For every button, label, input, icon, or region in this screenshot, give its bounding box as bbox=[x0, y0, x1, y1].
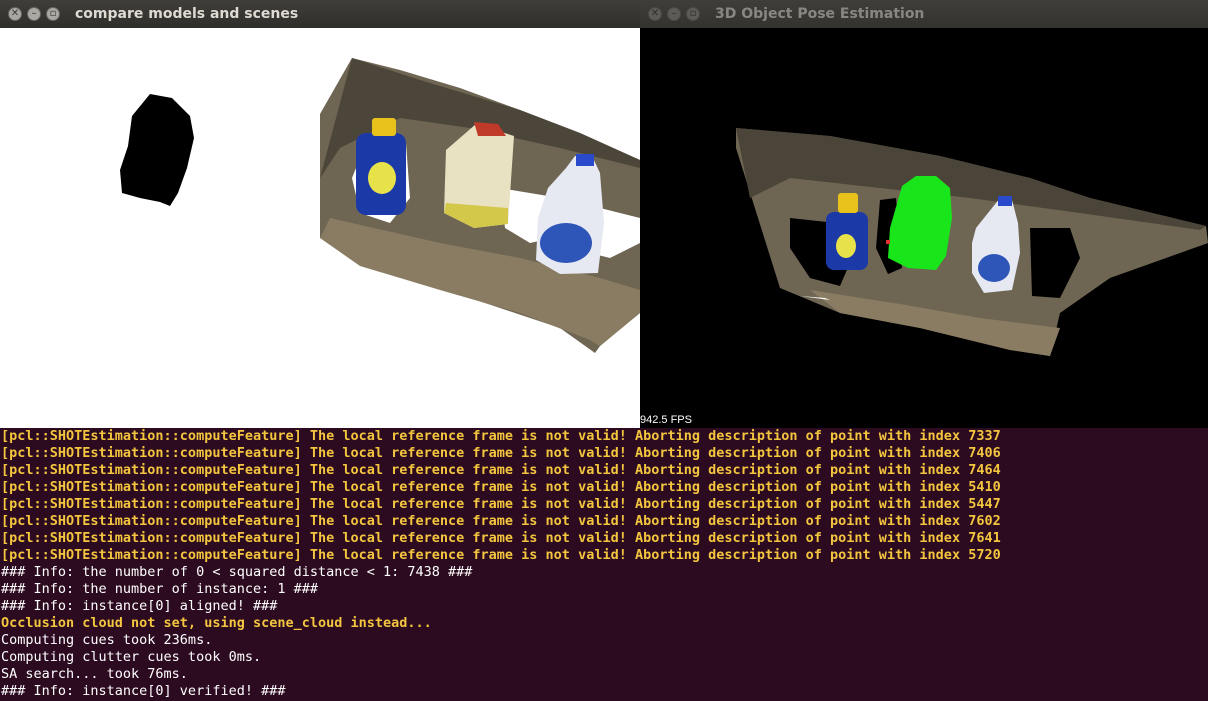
terminal-line: [pcl::SHOTEstimation::computeFeature] Th… bbox=[1, 479, 1001, 495]
terminal-line: Occlusion cloud not set, using scene_clo… bbox=[1, 615, 432, 631]
terminal-line: [pcl::SHOTEstimation::computeFeature] Th… bbox=[1, 496, 1001, 512]
model-point-cloud bbox=[120, 94, 194, 206]
title-bar[interactable]: ✕ – ▫ 3D Object Pose Estimation bbox=[640, 0, 1208, 28]
window-title: 3D Object Pose Estimation bbox=[715, 6, 925, 22]
minimize-icon[interactable]: – bbox=[27, 7, 41, 21]
terminal-line: [pcl::SHOTEstimation::computeFeature] Th… bbox=[1, 428, 1001, 444]
terminal-output[interactable]: [pcl::SHOTEstimation::computeFeature] Th… bbox=[0, 428, 1208, 701]
terminal-line: Computing cues took 236ms. bbox=[1, 632, 213, 648]
compare-models-window[interactable]: ✕ – ▫ compare models and scenes bbox=[0, 0, 640, 428]
maximize-icon[interactable]: ▫ bbox=[686, 7, 700, 21]
point-cloud-render bbox=[736, 128, 1208, 356]
maximize-icon[interactable]: ▫ bbox=[46, 7, 60, 21]
terminal-line: SA search... took 76ms. bbox=[1, 666, 188, 682]
title-bar[interactable]: ✕ – ▫ compare models and scenes bbox=[0, 0, 640, 28]
terminal-line: [pcl::SHOTEstimation::computeFeature] Th… bbox=[1, 547, 1001, 563]
point-cloud-render bbox=[120, 58, 640, 353]
point-cloud-viewer[interactable]: 942.5 FPS bbox=[640, 28, 1208, 428]
terminal-line: [pcl::SHOTEstimation::computeFeature] Th… bbox=[1, 513, 1001, 529]
pose-estimation-window[interactable]: ✕ – ▫ 3D Object Pose Estimation 942.5 FP… bbox=[640, 0, 1208, 428]
window-title: compare models and scenes bbox=[75, 6, 299, 22]
terminal-line: ### Info: instance[0] aligned! ### bbox=[1, 598, 278, 614]
terminal-line: [pcl::SHOTEstimation::computeFeature] Th… bbox=[1, 530, 1001, 546]
fps-counter: 942.5 FPS bbox=[640, 414, 692, 426]
close-icon[interactable]: ✕ bbox=[648, 7, 662, 21]
minimize-icon[interactable]: – bbox=[667, 7, 681, 21]
terminal-line: [pcl::SHOTEstimation::computeFeature] Th… bbox=[1, 445, 1001, 461]
terminal-line: Computing clutter cues took 0ms. bbox=[1, 649, 262, 665]
point-cloud-viewer[interactable] bbox=[0, 28, 640, 428]
terminal-line: [pcl::SHOTEstimation::computeFeature] Th… bbox=[1, 462, 1001, 478]
close-icon[interactable]: ✕ bbox=[8, 7, 22, 21]
terminal-line: ### Info: instance[0] verified! ### bbox=[1, 683, 286, 699]
terminal-line: ### Info: the number of 0 < squared dist… bbox=[1, 564, 473, 580]
terminal-line: ### Info: the number of instance: 1 ### bbox=[1, 581, 318, 597]
